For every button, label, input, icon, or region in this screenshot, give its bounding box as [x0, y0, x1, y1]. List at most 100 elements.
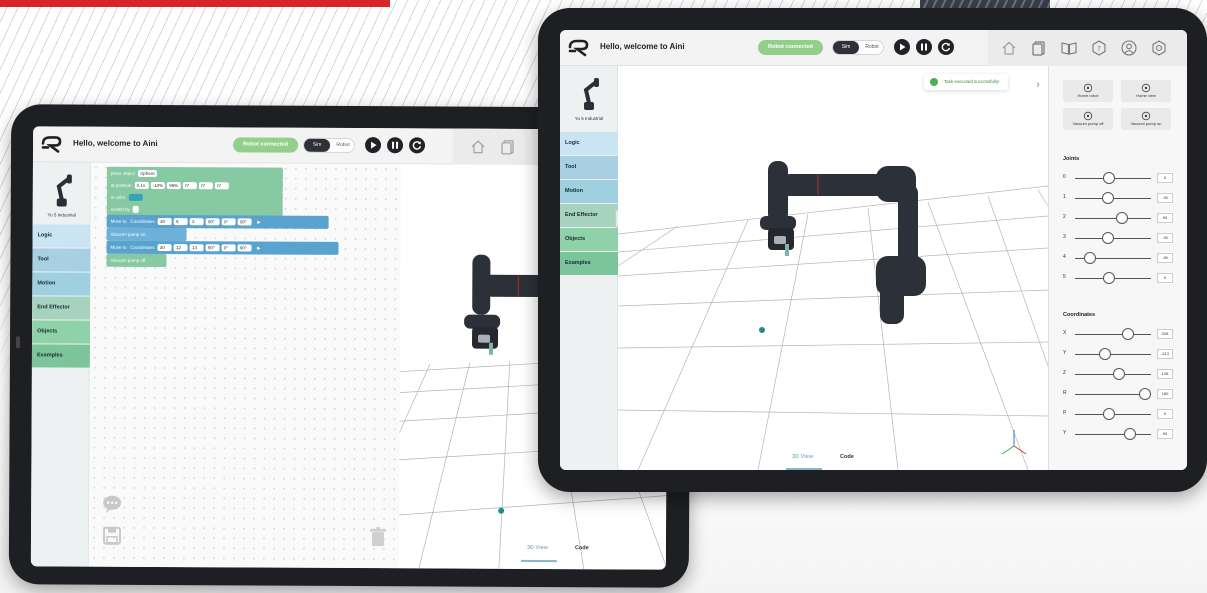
reset-button[interactable] — [409, 137, 426, 154]
category-tool[interactable]: Tool — [560, 156, 618, 179]
block-value-field[interactable]: -10% — [150, 182, 166, 190]
scale-field[interactable] — [132, 206, 140, 214]
slider-thumb[interactable] — [1103, 408, 1116, 420]
block-value-field[interactable]: 12 — [173, 244, 188, 252]
block-value-field[interactable]: 90° — [237, 218, 252, 226]
slider-track[interactable] — [1075, 334, 1151, 335]
pause-button[interactable] — [916, 39, 932, 55]
block-value-field[interactable]: 5 — [173, 218, 188, 226]
play-button[interactable] — [365, 137, 382, 154]
block-value-field[interactable]: 0° — [215, 182, 230, 190]
save-icon[interactable] — [101, 525, 123, 547]
mode-robot[interactable]: Robot — [332, 139, 354, 152]
block-value-field[interactable]: 0° — [221, 244, 236, 252]
reset-button[interactable] — [938, 39, 954, 55]
block-value-field[interactable]: 30 — [157, 218, 172, 226]
slider-value-input[interactable]: 90 — [1157, 213, 1173, 223]
block-value-field[interactable]: 0° — [183, 182, 198, 190]
pump-off-block[interactable]: Vacuum pump off — [106, 253, 167, 268]
slider-thumb[interactable] — [1102, 192, 1115, 204]
move-to-block-b[interactable]: Move to Coordinates 30 12 13 90° 0° 90° ▶ — [106, 240, 339, 255]
block-value-field[interactable]: 90° — [237, 244, 252, 252]
sim-robot-toggle[interactable]: Sim Robot — [303, 137, 356, 154]
category-end-effector[interactable]: End Effector — [560, 204, 618, 227]
slider-thumb[interactable] — [1099, 348, 1112, 360]
sim-robot-toggle[interactable]: Sim Robot — [832, 40, 884, 55]
move-to-block-a[interactable]: Move to Coordinates 30 5 3 90° 0° 90° ▶ — [106, 214, 329, 229]
pump-on-button[interactable]: Vacuum pump on — [1121, 108, 1171, 130]
blocks-workspace[interactable]: place object Sphere at position 0.1x -10%… — [88, 162, 401, 569]
category-objects[interactable]: Objects — [32, 320, 91, 344]
run-block-icon[interactable]: ▶ — [257, 246, 260, 251]
nav-home[interactable] — [1000, 39, 1018, 57]
slider-thumb[interactable] — [1113, 368, 1126, 380]
play-button[interactable] — [894, 39, 910, 55]
run-block-icon[interactable]: ▶ — [257, 220, 260, 225]
block-value-field[interactable]: 0.1x — [134, 182, 149, 190]
category-logic[interactable]: Logic — [560, 132, 618, 155]
block-value-field[interactable]: 99% — [167, 182, 182, 190]
slider-thumb[interactable] — [1116, 212, 1129, 224]
slider-thumb[interactable] — [1103, 172, 1116, 184]
nav-book[interactable] — [1060, 39, 1078, 57]
block-value-field[interactable]: 3 — [189, 218, 204, 226]
nav-help[interactable]: ? — [1090, 39, 1108, 57]
slider-track[interactable] — [1075, 218, 1151, 219]
slider-thumb[interactable] — [1103, 272, 1116, 284]
home-robot-button[interactable]: Home robot — [1063, 80, 1113, 102]
robot-connected-button[interactable]: Robot connected — [758, 40, 823, 55]
category-examples[interactable]: Examples — [31, 344, 91, 368]
slider-thumb[interactable] — [1084, 252, 1097, 264]
slider-value-input[interactable]: 180 — [1157, 389, 1173, 399]
category-motion[interactable]: Motion — [560, 180, 618, 203]
block-value-field[interactable]: 0° — [221, 218, 236, 226]
mode-sim[interactable]: Sim — [304, 138, 331, 152]
category-examples[interactable]: Examples — [560, 252, 618, 275]
tab-3d-view[interactable]: 3D View — [792, 454, 813, 460]
home-view-button[interactable]: Home view — [1121, 80, 1171, 102]
slider-thumb[interactable] — [1122, 328, 1135, 340]
pump-off-button[interactable]: Vacuum pump off — [1063, 108, 1113, 130]
tab-code[interactable]: Code — [840, 454, 854, 460]
slider-value-input[interactable]: -30 — [1157, 233, 1173, 243]
tab-3d-view[interactable]: 3D View — [527, 545, 548, 551]
slider-thumb[interactable] — [1138, 388, 1151, 400]
slider-track[interactable] — [1075, 354, 1151, 355]
robot-connected-button[interactable]: Robot connected — [233, 137, 299, 153]
comment-icon[interactable] — [101, 493, 123, 515]
slider-thumb[interactable] — [1123, 428, 1136, 440]
slider-value-input[interactable]: -213 — [1157, 349, 1173, 359]
pump-on-block[interactable]: Vacuum pump on — [106, 227, 187, 242]
nav-files[interactable] — [499, 138, 517, 156]
slider-value-input[interactable]: 0 — [1157, 409, 1173, 419]
trash-icon[interactable] — [367, 526, 389, 548]
mode-sim[interactable]: Sim — [833, 41, 859, 54]
nav-settings[interactable] — [1150, 39, 1168, 57]
category-logic[interactable]: Logic — [32, 224, 91, 248]
3d-viewport[interactable]: Task executed successfully! 3D View Code — [618, 66, 1048, 470]
block-value-field[interactable]: 30 — [157, 244, 172, 252]
slider-value-input[interactable]: 0 — [1157, 273, 1173, 283]
block-value-field[interactable]: 90° — [205, 218, 220, 226]
slider-value-input[interactable]: 128 — [1157, 369, 1173, 379]
mode-robot[interactable]: Robot — [861, 41, 883, 54]
nav-user[interactable] — [1120, 39, 1138, 57]
slider-value-input[interactable]: 328 — [1157, 329, 1173, 339]
slider-value-input[interactable]: -90 — [1157, 253, 1173, 263]
nav-home[interactable] — [469, 138, 487, 156]
slider-value-input[interactable]: 0 — [1157, 173, 1173, 183]
category-motion[interactable]: Motion — [32, 272, 91, 296]
category-tool[interactable]: Tool — [32, 248, 91, 272]
slider-value-input[interactable]: -30 — [1157, 193, 1173, 203]
category-end-effector[interactable]: End Effector — [32, 296, 91, 320]
pause-button[interactable] — [387, 137, 404, 154]
block-value-field[interactable]: 90° — [205, 244, 220, 252]
color-swatch[interactable] — [128, 194, 143, 202]
block-value-field[interactable]: 0° — [199, 182, 214, 190]
nav-files[interactable] — [1030, 39, 1048, 57]
category-objects[interactable]: Objects — [560, 228, 618, 251]
slider-value-input[interactable]: 90 — [1157, 429, 1173, 439]
object-type-dropdown[interactable]: Sphere — [138, 170, 157, 178]
slider-thumb[interactable] — [1102, 232, 1115, 244]
slider-track[interactable] — [1075, 434, 1151, 435]
